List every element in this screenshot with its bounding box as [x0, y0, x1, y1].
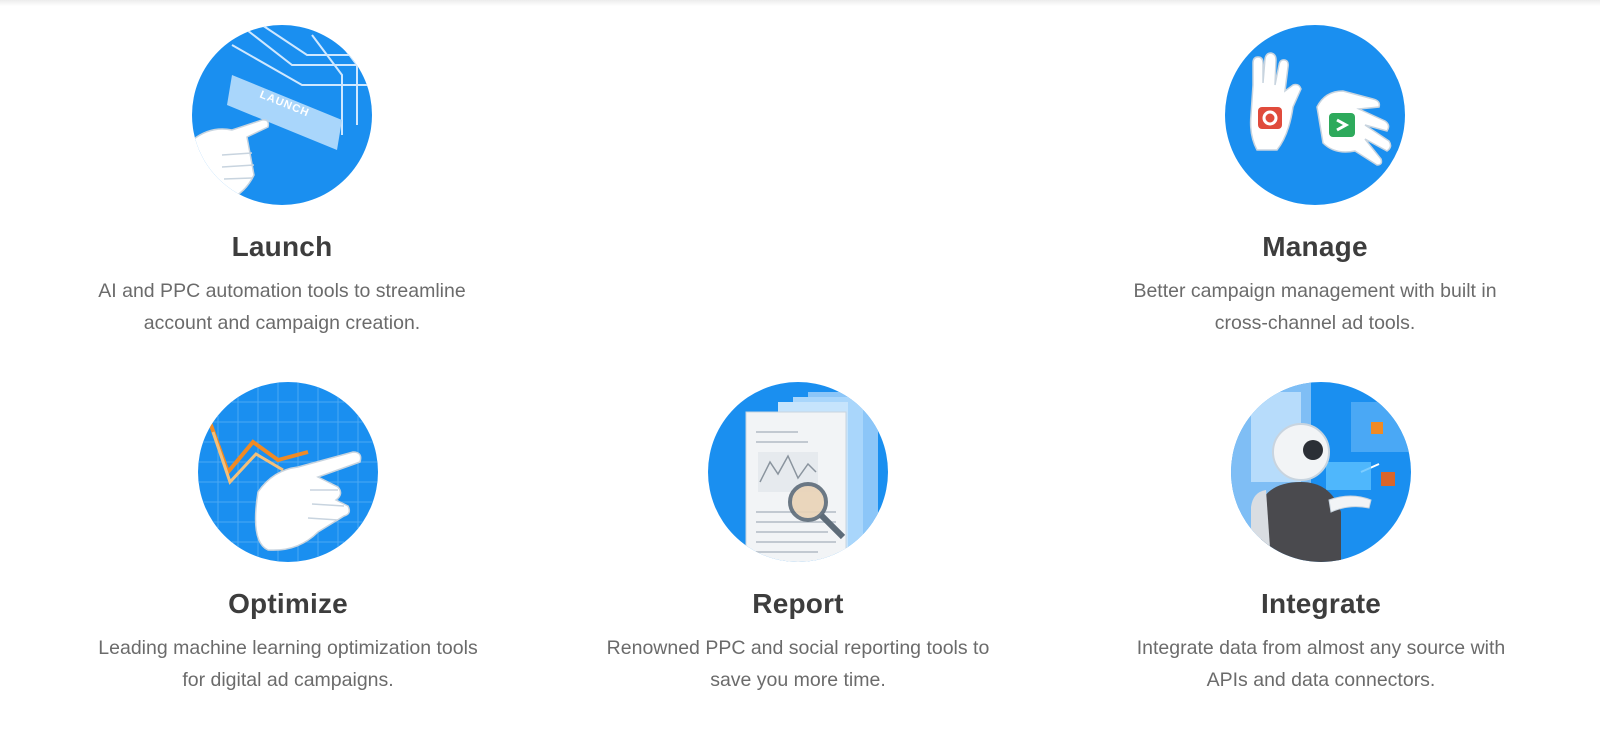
feature-report: Report Renowned PPC and social reporting…: [578, 382, 1018, 696]
feature-title: Launch: [231, 231, 333, 262]
feature-description: Integrate data from almost any source wi…: [1136, 637, 1506, 691]
robot-integrate-icon: [1231, 382, 1411, 562]
pointing-chart-icon: [198, 382, 378, 562]
feature-title: Manage: [1262, 231, 1368, 262]
stop-go-hands-icon: [1225, 25, 1405, 205]
launch-hand-icon: LAUNCH: [192, 25, 372, 205]
feature-title: Integrate: [1260, 588, 1382, 619]
report-magnifier-icon: [708, 382, 888, 562]
feature-description: AI and PPC automation tools to streamlin…: [98, 280, 466, 334]
feature-description: Better campaign management with built in…: [1133, 280, 1497, 334]
features-section: LAUNCH Launch AI and PPC automation tool…: [0, 0, 1600, 746]
feature-integrate: Integrate Integrate data from almost any…: [1101, 382, 1541, 696]
feature-description: Leading machine learning optimization to…: [98, 637, 478, 691]
feature-title: Report: [752, 588, 844, 619]
feature-title: Optimize: [228, 588, 348, 619]
header-shadow: [0, 0, 1600, 6]
feature-launch: LAUNCH Launch AI and PPC automation tool…: [62, 25, 502, 339]
feature-optimize: Optimize Leading machine learning optimi…: [68, 382, 508, 696]
feature-manage: Manage Better campaign management with b…: [1095, 25, 1535, 339]
feature-description: Renowned PPC and social reporting tools …: [606, 637, 990, 691]
